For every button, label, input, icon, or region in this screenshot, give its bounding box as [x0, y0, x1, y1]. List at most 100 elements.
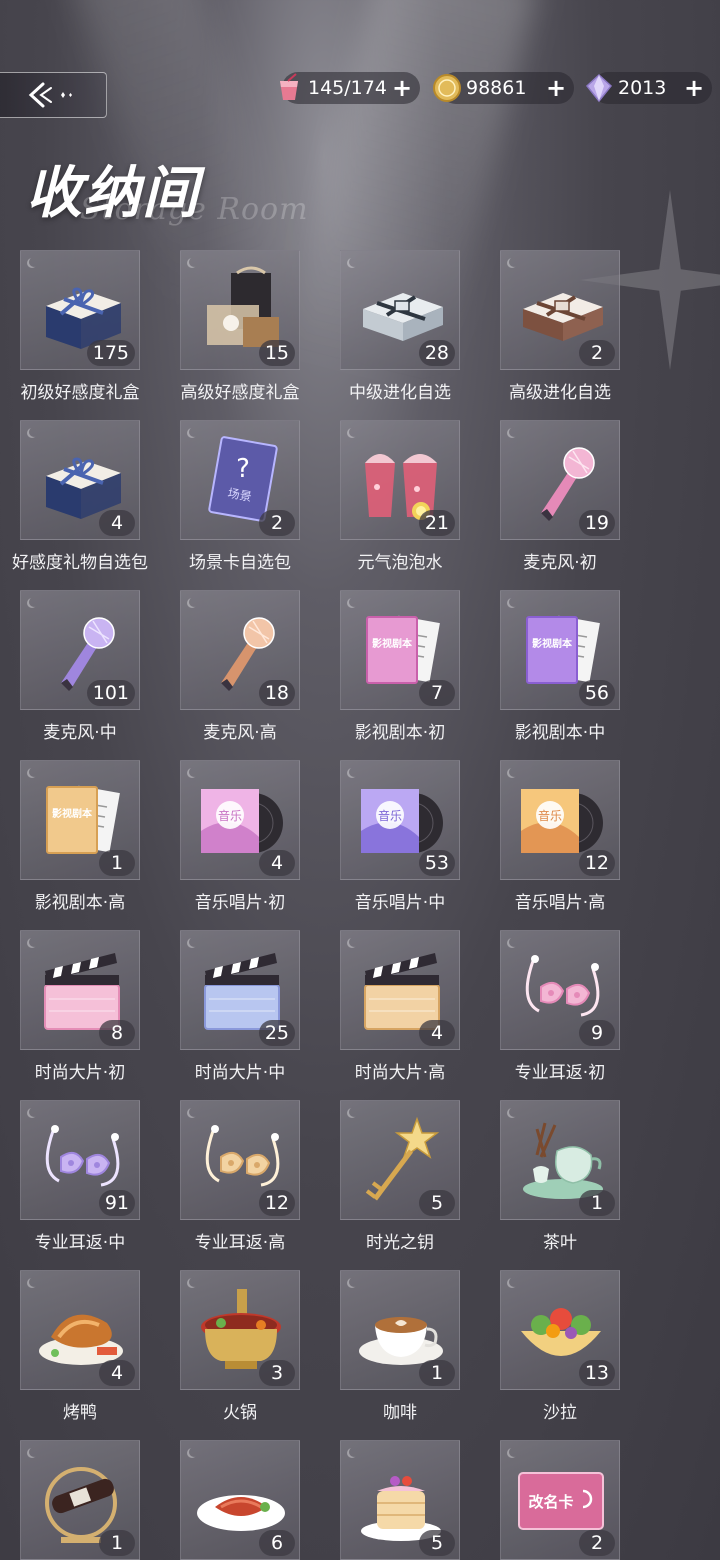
item-tile[interactable]: 3 — [180, 1270, 300, 1390]
item-label: 音乐唱片·高 — [514, 893, 606, 913]
svg-text:音乐: 音乐 — [378, 808, 402, 823]
item-count-badge: 25 — [258, 1020, 295, 1046]
item-tile[interactable]: 改名卡 2 — [500, 1440, 620, 1560]
item-tile[interactable]: 21 — [340, 420, 460, 540]
item-count-badge: 7 — [419, 680, 455, 706]
item-count-badge: 15 — [258, 340, 295, 366]
item-count-badge: 3 — [259, 1360, 295, 1386]
svg-text:影视剧本: 影视剧本 — [372, 637, 413, 650]
item-tile[interactable]: 12 — [180, 1100, 300, 1220]
item-label: 时光之钥 — [366, 1233, 434, 1253]
item-label: 专业耳返·高 — [194, 1233, 286, 1253]
svg-text:改名卡: 改名卡 — [528, 1493, 573, 1511]
storage-item-grid: 175 初级好感度礼盒 15 高级好感度礼盒 28 中级进化自选 2 高级进化自选 4 好感度礼… — [0, 0, 720, 1560]
item-count-badge: 91 — [98, 1190, 135, 1216]
item-count-badge: 101 — [86, 680, 135, 706]
item-label: 中级进化自选 — [349, 383, 451, 403]
item-tile[interactable]: ? 场景 2 — [180, 420, 300, 540]
item-label: 时尚大片·高 — [354, 1063, 446, 1083]
item-label: 茶叶 — [543, 1233, 577, 1253]
item-tile[interactable]: 2 — [500, 250, 620, 370]
item-tile[interactable]: 18 — [180, 590, 300, 710]
item-tile[interactable]: 4 — [20, 420, 140, 540]
item-tile[interactable]: 9 — [500, 930, 620, 1050]
item-count-badge: 8 — [99, 1020, 135, 1046]
item-tile[interactable]: 4 — [340, 930, 460, 1050]
item-tile[interactable]: 8 — [20, 930, 140, 1050]
item-tile[interactable]: 25 — [180, 930, 300, 1050]
item-tile[interactable]: 1 — [20, 1440, 140, 1560]
item-tile[interactable]: 影视剧本 7 — [340, 590, 460, 710]
item-count-badge: 6 — [259, 1530, 295, 1556]
item-tile[interactable]: 1 — [500, 1100, 620, 1220]
item-tile[interactable]: 音乐 53 — [340, 760, 460, 880]
item-label: 影视剧本·高 — [34, 893, 126, 913]
item-count-badge: 1 — [579, 1190, 615, 1216]
item-label: 初级好感度礼盒 — [20, 383, 140, 403]
svg-text:?: ? — [236, 454, 250, 484]
item-tile[interactable]: 5 — [340, 1440, 460, 1560]
item-count-badge: 56 — [578, 680, 615, 706]
item-count-badge: 21 — [418, 510, 455, 536]
item-label: 麦克风·高 — [203, 723, 277, 743]
item-label: 高级进化自选 — [509, 383, 611, 403]
item-tile[interactable]: 影视剧本 1 — [20, 760, 140, 880]
item-label: 麦克风·中 — [43, 723, 117, 743]
item-label: 时尚大片·中 — [194, 1063, 286, 1083]
svg-text:音乐: 音乐 — [538, 808, 562, 823]
item-label: 专业耳返·初 — [514, 1063, 606, 1083]
item-label: 高级好感度礼盒 — [180, 383, 300, 403]
item-count-badge: 28 — [418, 340, 455, 366]
svg-text:影视剧本: 影视剧本 — [532, 637, 573, 650]
item-label: 好感度礼物自选包 — [12, 553, 148, 573]
item-count-badge: 4 — [259, 850, 295, 876]
item-tile[interactable]: 91 — [20, 1100, 140, 1220]
item-tile[interactable]: 101 — [20, 590, 140, 710]
item-count-badge: 1 — [99, 1530, 135, 1556]
item-label: 麦克风·初 — [523, 553, 597, 573]
item-count-badge: 2 — [579, 340, 615, 366]
item-label: 咖啡 — [383, 1403, 417, 1423]
item-tile[interactable]: 175 — [20, 250, 140, 370]
item-tile[interactable]: 5 — [340, 1100, 460, 1220]
item-count-badge: 12 — [258, 1190, 295, 1216]
item-count-badge: 53 — [418, 850, 455, 876]
item-count-badge: 4 — [419, 1020, 455, 1046]
item-label: 影视剧本·初 — [354, 723, 446, 743]
item-tile[interactable]: 6 — [180, 1440, 300, 1560]
item-count-badge: 1 — [99, 850, 135, 876]
item-label: 火锅 — [223, 1403, 257, 1423]
item-count-badge: 5 — [419, 1190, 455, 1216]
item-label: 场景卡自选包 — [189, 553, 291, 573]
item-tile[interactable]: 13 — [500, 1270, 620, 1390]
item-label: 影视剧本·中 — [514, 723, 606, 743]
item-count-badge: 2 — [259, 510, 295, 536]
item-count-badge: 19 — [578, 510, 615, 536]
item-label: 元气泡泡水 — [357, 553, 443, 573]
item-tile[interactable]: 音乐 4 — [180, 760, 300, 880]
item-count-badge: 4 — [99, 510, 135, 536]
item-tile[interactable]: 音乐 12 — [500, 760, 620, 880]
item-count-badge: 9 — [579, 1020, 615, 1046]
item-count-badge: 175 — [86, 340, 135, 366]
item-label: 烤鸭 — [63, 1403, 97, 1423]
item-count-badge: 13 — [578, 1360, 615, 1386]
item-tile[interactable]: 15 — [180, 250, 300, 370]
item-label: 沙拉 — [543, 1403, 577, 1423]
item-tile[interactable]: 19 — [500, 420, 620, 540]
item-label: 专业耳返·中 — [34, 1233, 126, 1253]
item-tile[interactable]: 影视剧本 56 — [500, 590, 620, 710]
svg-text:影视剧本: 影视剧本 — [52, 807, 93, 820]
item-count-badge: 4 — [99, 1360, 135, 1386]
item-label: 时尚大片·初 — [34, 1063, 126, 1083]
item-count-badge: 1 — [419, 1360, 455, 1386]
item-count-badge: 5 — [419, 1530, 455, 1556]
svg-text:音乐: 音乐 — [218, 808, 242, 823]
item-count-badge: 18 — [258, 680, 295, 706]
item-count-badge: 2 — [579, 1530, 615, 1556]
item-label: 音乐唱片·初 — [194, 893, 286, 913]
item-tile[interactable]: 28 — [340, 250, 460, 370]
item-tile[interactable]: 4 — [20, 1270, 140, 1390]
item-tile[interactable]: 1 — [340, 1270, 460, 1390]
item-label: 音乐唱片·中 — [354, 893, 446, 913]
